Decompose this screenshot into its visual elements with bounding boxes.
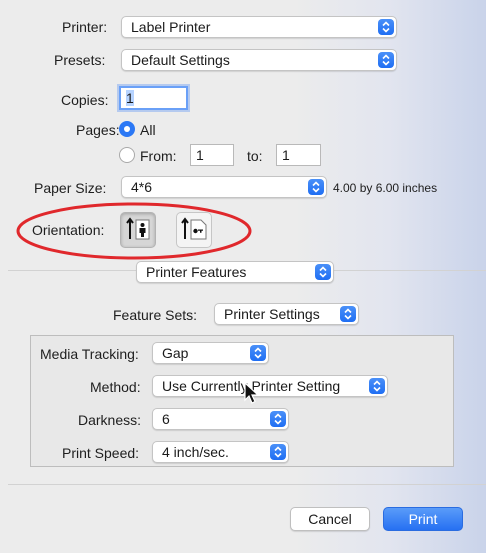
- landscape-orientation-icon: [181, 217, 207, 240]
- media-tracking-popup[interactable]: Gap: [152, 342, 269, 364]
- print-speed-popup[interactable]: 4 inch/sec.: [152, 441, 289, 463]
- popup-stepper-icon: [378, 19, 394, 35]
- pages-to-field[interactable]: 1: [276, 144, 321, 166]
- presets-value: Default Settings: [131, 52, 230, 68]
- orientation-label: Orientation:: [32, 222, 105, 238]
- media-tracking-value: Gap: [162, 345, 189, 361]
- printer-popup[interactable]: Label Printer: [121, 16, 397, 38]
- darkness-value: 6: [162, 411, 170, 427]
- portrait-orientation-button[interactable]: [120, 212, 156, 248]
- printer-value: Label Printer: [131, 19, 211, 35]
- print-speed-value: 4 inch/sec.: [162, 444, 229, 460]
- popup-stepper-icon: [308, 179, 324, 195]
- feature-sets-value: Printer Settings: [224, 306, 320, 322]
- presets-label: Presets:: [54, 52, 106, 68]
- darkness-popup[interactable]: 6: [152, 408, 289, 430]
- print-speed-label: Print Speed:: [62, 445, 140, 461]
- pages-to-label: to:: [247, 148, 263, 164]
- popup-stepper-icon: [270, 411, 286, 427]
- pages-label: Pages:: [76, 122, 120, 138]
- popup-stepper-icon: [340, 306, 356, 322]
- section-value: Printer Features: [146, 264, 247, 280]
- feature-sets-label: Feature Sets:: [113, 307, 198, 323]
- paper-size-value: 4*6: [131, 179, 153, 195]
- popup-stepper-icon: [250, 345, 266, 361]
- copies-value: 1: [126, 90, 134, 106]
- popup-stepper-icon: [378, 52, 394, 68]
- copies-label: Copies:: [61, 92, 109, 108]
- feature-sets-popup[interactable]: Printer Settings: [214, 303, 359, 325]
- mouse-cursor-icon: [244, 382, 260, 404]
- portrait-orientation-icon: [126, 217, 150, 240]
- pages-from-field[interactable]: 1: [190, 144, 234, 166]
- pages-to-value: 1: [282, 147, 290, 163]
- landscape-orientation-button[interactable]: [176, 212, 212, 248]
- popup-stepper-icon: [270, 444, 286, 460]
- cancel-button[interactable]: Cancel: [290, 507, 370, 531]
- popup-stepper-icon: [369, 378, 385, 394]
- pages-from-value: 1: [196, 147, 204, 163]
- pages-from-label: From:: [140, 148, 177, 164]
- darkness-label: Darkness:: [78, 412, 142, 428]
- paper-size-popup[interactable]: 4*6: [121, 176, 327, 198]
- method-popup[interactable]: Use Currently Printer Setting: [152, 375, 388, 397]
- section-popup[interactable]: Printer Features: [136, 261, 334, 283]
- paper-size-dimensions: 4.00 by 6.00 inches: [333, 181, 438, 195]
- pages-from-radio[interactable]: [119, 147, 135, 163]
- copies-field[interactable]: 1: [119, 86, 188, 110]
- popup-stepper-icon: [315, 264, 331, 280]
- presets-popup[interactable]: Default Settings: [121, 49, 397, 71]
- method-label: Method:: [90, 379, 141, 395]
- pages-all-label: All: [140, 122, 156, 138]
- printer-label: Printer:: [62, 19, 108, 35]
- divider: [8, 484, 486, 485]
- paper-size-label: Paper Size:: [34, 180, 107, 196]
- print-button[interactable]: Print: [383, 507, 463, 531]
- media-tracking-label: Media Tracking:: [40, 346, 139, 362]
- pages-all-radio[interactable]: [119, 121, 135, 137]
